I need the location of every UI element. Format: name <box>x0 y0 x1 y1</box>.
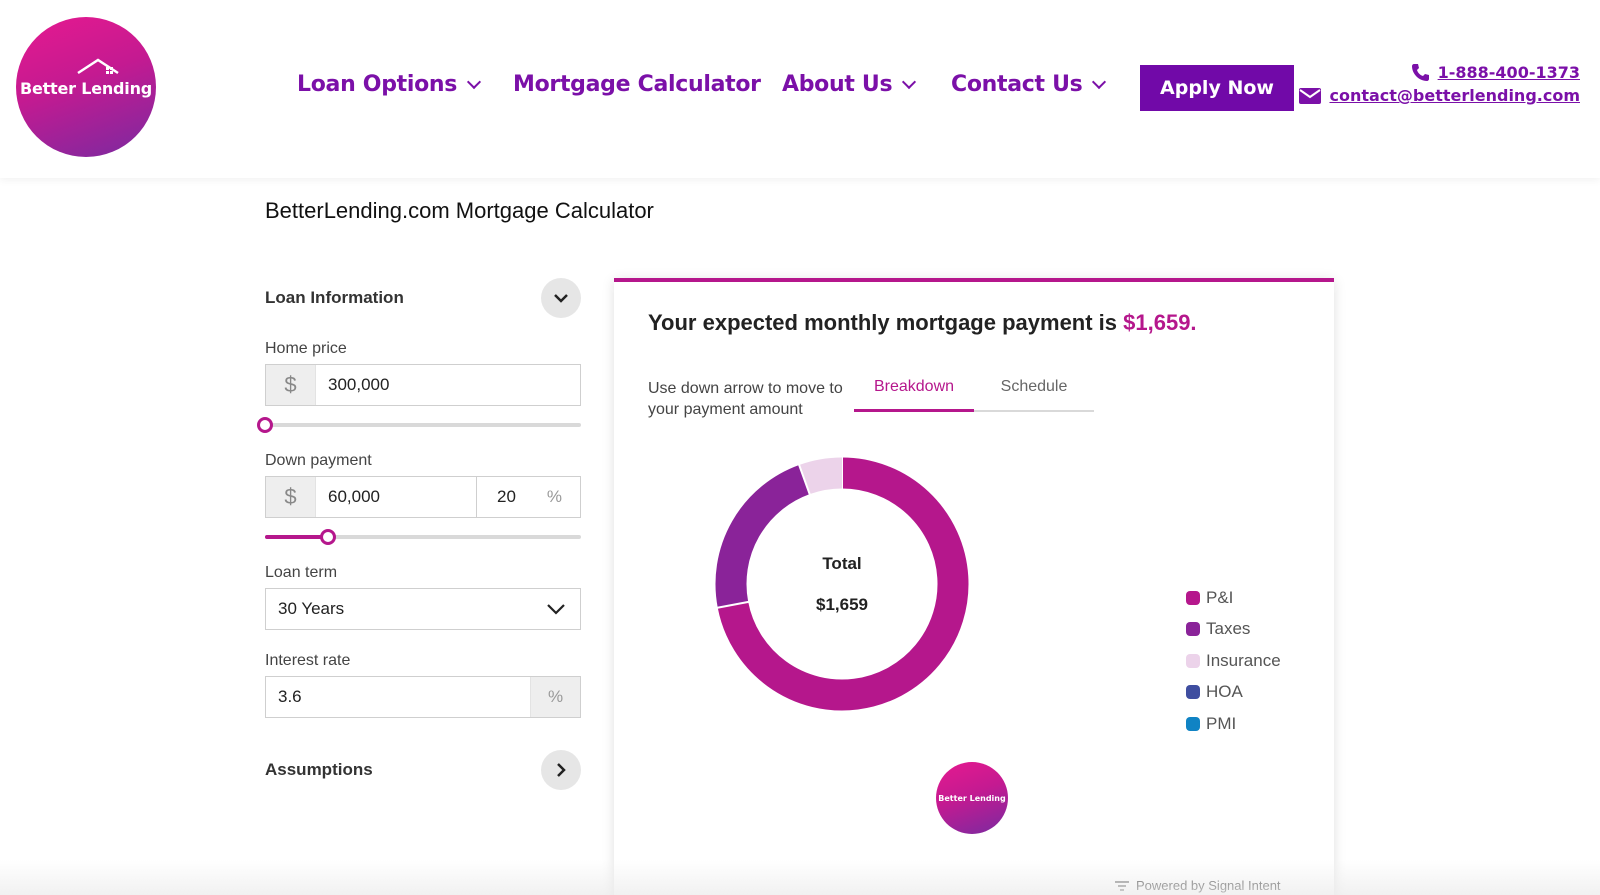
chevron-down-icon <box>467 74 482 89</box>
percent-icon: % <box>546 487 562 506</box>
legend-item[interactable]: Taxes <box>1186 614 1281 646</box>
brand-logo[interactable]: Better Lending <box>16 17 156 157</box>
result-tabs: Breakdown Schedule <box>854 374 1094 412</box>
phone-icon <box>1410 62 1430 82</box>
home-price-label: Home price <box>265 340 347 357</box>
down-payment-slider[interactable] <box>265 524 581 550</box>
tab-breakdown[interactable]: Breakdown <box>854 374 974 412</box>
down-payment-value[interactable]: 60,000 <box>316 487 476 507</box>
collapse-button[interactable] <box>541 278 581 318</box>
email-link[interactable]: contact@betterlending.com <box>1299 86 1580 105</box>
legend-label: PMI <box>1206 713 1237 733</box>
legend-item[interactable]: PMI <box>1186 708 1281 740</box>
chart-legend: P&I Taxes Insurance HOA PMI <box>1186 582 1281 740</box>
legend-item[interactable]: Insurance <box>1186 645 1281 677</box>
chevron-down-icon <box>554 294 568 303</box>
nav-loan-options-label: Loan Options <box>297 72 458 97</box>
legend-label: Insurance <box>1206 650 1281 670</box>
legend-swatch <box>1186 622 1200 637</box>
percent-icon: % <box>530 677 580 717</box>
email-address: contact@betterlending.com <box>1329 86 1580 105</box>
nav-contact-us[interactable]: Contact Us <box>951 72 1107 97</box>
legend-label: P&I <box>1206 587 1234 607</box>
loan-term-value: 30 Years <box>278 599 345 618</box>
nav-mortgage-calculator-label: Mortgage Calculator <box>513 72 761 97</box>
down-payment-field[interactable]: $ 60,000 20 % <box>265 476 581 518</box>
slider-fill <box>265 535 329 539</box>
expand-button[interactable] <box>541 750 581 790</box>
home-price-value[interactable]: 300,000 <box>316 375 580 395</box>
down-payment-percent-value: 20 <box>497 487 516 506</box>
nav-about-us-label: About Us <box>782 72 893 97</box>
filter-icon <box>1114 880 1130 892</box>
slider-thumb[interactable] <box>257 417 273 433</box>
home-price-field[interactable]: $ 300,000 <box>265 364 581 406</box>
contact-info: 1-888-400-1373 contact@betterlending.com <box>1299 62 1580 109</box>
interest-rate-field[interactable]: 3.6 % <box>265 676 581 718</box>
loan-form: Loan Information Home price $ 300,000 Do… <box>257 278 581 790</box>
legend-label: HOA <box>1206 682 1243 702</box>
legend-item[interactable]: HOA <box>1186 677 1281 709</box>
tab-schedule[interactable]: Schedule <box>974 374 1094 410</box>
interest-rate-label: Interest rate <box>265 652 351 669</box>
legend-swatch <box>1186 685 1200 700</box>
total-label: Total <box>822 554 862 573</box>
loan-term-label: Loan term <box>265 564 338 581</box>
loan-information-header[interactable]: Loan Information <box>265 278 581 318</box>
envelope-icon <box>1299 87 1322 104</box>
chevron-down-icon <box>1092 74 1107 89</box>
assumptions-title: Assumptions <box>265 760 373 779</box>
payment-headline: Your expected monthly mortgage payment i… <box>648 310 1197 336</box>
legend-label: Taxes <box>1206 619 1251 639</box>
mini-brand-logo: Better Lending <box>936 762 1008 834</box>
down-payment-percent-field[interactable]: 20 % <box>476 477 580 517</box>
phone-link[interactable]: 1-888-400-1373 <box>1299 62 1580 82</box>
slider-thumb[interactable] <box>320 529 337 545</box>
headline-amount: $1,659. <box>1123 310 1197 335</box>
chevron-down-icon <box>547 604 565 615</box>
chevron-down-icon <box>902 74 917 89</box>
total-value: $1,659 <box>816 595 868 614</box>
logo-text: Better Lending <box>19 79 153 98</box>
powered-by[interactable]: Powered by Signal Intent <box>1114 878 1281 893</box>
assumptions-header[interactable]: Assumptions <box>265 750 581 790</box>
down-payment-label: Down payment <box>265 452 372 469</box>
nav-about-us[interactable]: About Us <box>782 72 917 97</box>
interest-rate-value[interactable]: 3.6 <box>266 687 530 707</box>
payment-donut-chart: Total $1,659 <box>712 454 972 714</box>
home-price-slider[interactable] <box>257 412 581 438</box>
powered-by-text: Powered by Signal Intent <box>1136 878 1281 893</box>
dollar-icon: $ <box>266 365 316 405</box>
nav-mortgage-calculator[interactable]: Mortgage Calculator <box>513 72 761 97</box>
apply-now-button[interactable]: Apply Now <box>1140 65 1294 111</box>
legend-swatch <box>1186 716 1200 731</box>
site-header: Better Lending Loan Options Mortgage Cal… <box>0 0 1600 178</box>
loan-information-title: Loan Information <box>265 288 404 307</box>
loan-term-select[interactable]: 30 Years <box>265 588 581 630</box>
dollar-icon: $ <box>266 477 316 517</box>
chevron-right-icon <box>557 763 566 777</box>
nav-loan-options[interactable]: Loan Options <box>297 72 482 97</box>
nav-contact-us-label: Contact Us <box>951 72 1083 97</box>
headline-text: Your expected monthly mortgage payment i… <box>648 310 1124 335</box>
calculator-title: BetterLending.com Mortgage Calculator <box>265 198 654 223</box>
payment-result-card: Your expected monthly mortgage payment i… <box>614 278 1334 895</box>
house-roof-icon <box>77 58 119 75</box>
legend-item[interactable]: P&I <box>1186 582 1281 614</box>
slider-track <box>265 423 581 427</box>
legend-swatch <box>1186 590 1200 605</box>
keyboard-hint: Use down arrow to move to your payment a… <box>648 380 843 418</box>
donut-center: Total $1,659 <box>712 454 972 714</box>
phone-number: 1-888-400-1373 <box>1437 62 1580 82</box>
legend-swatch <box>1186 653 1200 668</box>
